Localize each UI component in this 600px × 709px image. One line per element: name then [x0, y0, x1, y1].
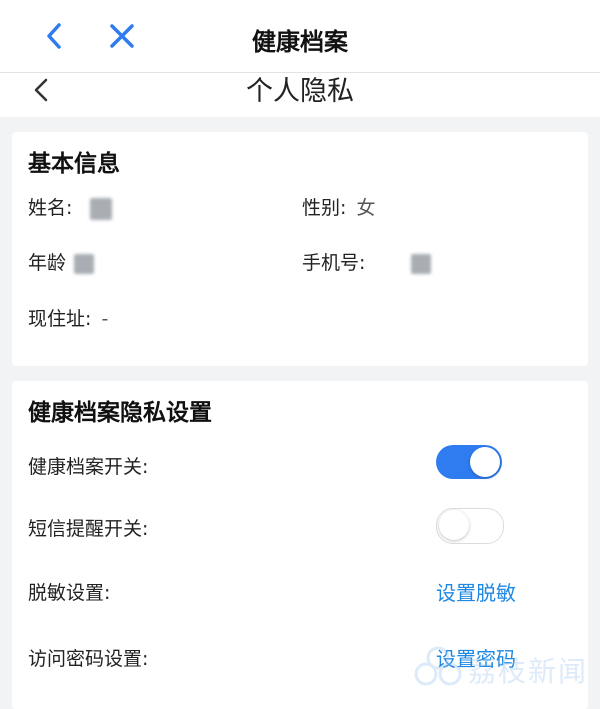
watermark-logo: 荔枝新闻 [412, 640, 592, 700]
toggle-knob [470, 447, 500, 477]
name-label: 姓名: [28, 197, 73, 219]
gender-field: 性别: 女 [302, 193, 375, 220]
redacted-name [90, 197, 113, 220]
desensitize-label: 脱敏设置: [28, 582, 111, 604]
gender-value: 女 [356, 197, 376, 219]
archive-switch-toggle[interactable] [436, 445, 502, 479]
flower-logo-icon [414, 646, 462, 686]
toggle-knob [439, 510, 469, 540]
redacted-phone [411, 253, 432, 274]
sub-header: 个人隐私 [0, 73, 600, 117]
phone-label: 手机号: [302, 252, 366, 274]
phone-field: 手机号: [302, 248, 432, 275]
address-label: 现住址: [28, 308, 92, 330]
sms-switch-toggle[interactable] [436, 508, 504, 544]
name-field: 姓名: [28, 193, 113, 220]
address-field: 现住址: - [28, 304, 108, 331]
password-label: 访问密码设置: [28, 648, 149, 670]
basic-info-title: 基本信息 [28, 151, 120, 177]
privacy-settings-title: 健康档案隐私设置 [28, 400, 212, 426]
sms-switch-label: 短信提醒开关: [28, 518, 149, 540]
page-title: 健康档案 [252, 28, 348, 56]
sub-page-title: 个人隐私 [246, 76, 354, 107]
address-value: - [101, 308, 109, 330]
gender-label: 性别: [302, 197, 347, 219]
basic-info-card: 基本信息 姓名: 性别: 女 年龄 手机号: 现住址: - [12, 132, 588, 366]
archive-switch-label: 健康档案开关: [28, 456, 149, 478]
redacted-age [74, 253, 95, 274]
top-nav-bar: 健康档案 [0, 0, 600, 73]
age-field: 年龄 [28, 248, 95, 275]
age-label: 年龄 [28, 252, 67, 274]
watermark-text: 荔枝新闻 [468, 655, 589, 688]
desensitize-link[interactable]: 设置脱敏 [436, 577, 516, 606]
